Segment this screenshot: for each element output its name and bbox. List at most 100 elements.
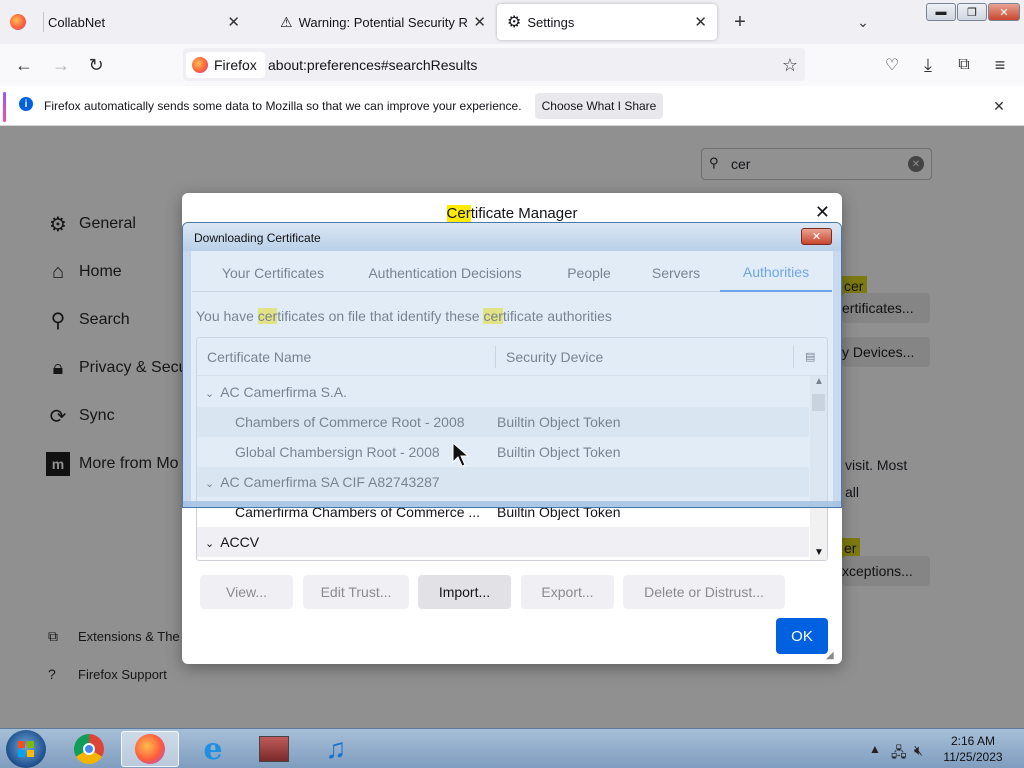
tab-collabnet[interactable]: CollabNet ✕ — [0, 0, 250, 44]
sidebar-item-extensions-themes[interactable]: ⧉ Extensions & The — [48, 628, 180, 645]
resize-grip-icon[interactable]: ◢ — [826, 650, 834, 661]
tab-security-warning[interactable]: ⚠ Warning: Potential Security Risk ✕ — [270, 0, 492, 44]
notification-accent — [3, 92, 6, 122]
export-button[interactable]: Export... — [521, 575, 614, 609]
show-hidden-icons[interactable]: ▲ — [869, 742, 881, 756]
sidebar-item-label: More from Mo — [79, 455, 179, 472]
tree-row-group[interactable]: ⌄ AC Camerfirma SA CIF A82743287 — [197, 467, 809, 497]
sidebar-item-privacy[interactable]: 🔒︎ Privacy & Secu — [46, 356, 188, 380]
tab-label: CollabNet — [48, 14, 106, 30]
new-tab-icon[interactable]: + — [729, 11, 751, 33]
info-icon: i — [19, 97, 33, 111]
tab-close-icon[interactable]: ✕ — [473, 13, 486, 31]
tree-row[interactable]: Camerfirma Chambers of Commerce ... Buil… — [197, 497, 809, 527]
extensions-icon[interactable]: ⧉ — [953, 54, 975, 76]
edit-trust-button[interactable]: Edit Trust... — [303, 575, 409, 609]
scrollbar-thumb[interactable] — [812, 394, 825, 411]
window-close-button[interactable]: ✕ — [801, 228, 832, 245]
certificate-tree[interactable]: Certificate Name Security Device ▤ ⌄ AC C… — [196, 337, 828, 561]
exceptions-button[interactable]: xceptions... — [842, 556, 930, 586]
list-all-tabs-icon[interactable]: ⌄ — [852, 11, 874, 33]
delete-or-distrust-button[interactable]: Delete or Distrust... — [623, 575, 785, 609]
tab-settings[interactable]: ⚙ Settings ✕ — [497, 4, 717, 40]
mouse-pointer-icon — [452, 442, 470, 467]
tree-row-group[interactable]: ⌄ AC Camerfirma S.A. — [197, 377, 809, 407]
sidebar-item-home[interactable]: ⌂ Home — [46, 260, 122, 284]
sidebar-item-more-from-mozilla[interactable]: m More from Mo — [46, 452, 179, 476]
tab-people[interactable]: People — [556, 254, 622, 292]
row-name: AC Camerfirma S.A. — [220, 384, 348, 400]
taskbar-music-icon[interactable]: ♫ — [307, 731, 365, 767]
tree-row-group[interactable]: ⌄ ACCV — [197, 527, 809, 557]
back-icon[interactable]: ← — [13, 54, 35, 76]
tree-row[interactable]: Chambers of Commerce Root - 2008 Builtin… — [197, 407, 809, 437]
tab-close-icon[interactable]: ✕ — [227, 13, 240, 31]
clock-date: 11/25/2023 — [943, 750, 1003, 764]
puzzle-icon: ⧉ — [48, 628, 58, 644]
tab-servers[interactable]: Servers — [640, 254, 712, 292]
tab-close-icon[interactable]: ✕ — [694, 13, 707, 31]
pocket-icon[interactable]: ♡ — [881, 54, 903, 76]
tree-scrollbar[interactable]: ▲ ▼ — [810, 376, 827, 560]
taskbar-firefox-icon[interactable] — [121, 731, 179, 767]
import-button[interactable]: Import... — [418, 575, 511, 609]
sync-icon: ⟳ — [49, 405, 67, 428]
taskbar-clock[interactable]: 2:16 AM 11/25/2023 — [940, 733, 1006, 765]
taskbar-internet-explorer-icon[interactable]: e — [184, 731, 242, 767]
url-text[interactable]: about:preferences#searchResults — [268, 57, 477, 73]
sidebar-item-firefox-support[interactable]: ? Firefox Support — [48, 666, 167, 682]
start-button[interactable] — [6, 730, 46, 768]
tab-authorities[interactable]: Authorities — [720, 254, 832, 292]
windows-logo-icon — [18, 741, 34, 757]
row-device: Builtin Object Token — [497, 504, 621, 520]
security-devices-button[interactable]: y Devices... — [842, 337, 930, 367]
dialog-title: Certificate Manager — [182, 205, 842, 222]
minimize-window-button[interactable]: ▬ — [926, 3, 956, 21]
sidebar-item-general[interactable]: ⚙ General — [46, 212, 136, 236]
search-highlight-badge: er — [840, 538, 861, 558]
row-name: Global Chambersign Root - 2008 — [235, 444, 440, 460]
lock-icon: 🔒︎ — [52, 356, 64, 379]
sidebar-item-search[interactable]: ⚲ Search — [46, 308, 130, 332]
settings-search-input[interactable]: ⚲ cer ✕ — [701, 148, 932, 180]
forward-icon[interactable]: → — [50, 54, 72, 76]
menu-icon[interactable]: ≡ — [989, 54, 1011, 76]
dialog-close-icon[interactable]: ✕ — [815, 202, 830, 223]
desc-highlight: cer — [483, 308, 503, 324]
ok-button[interactable]: OK — [776, 618, 828, 654]
downloads-icon[interactable]: ⤓ — [917, 54, 939, 76]
tab-your-certificates[interactable]: Your Certificates — [200, 254, 346, 292]
column-security-device[interactable]: Security Device — [506, 349, 603, 365]
sidebar-item-label: Home — [79, 263, 122, 280]
volume-muted-icon[interactable]: 🔇︎ — [914, 742, 923, 759]
scroll-down-icon[interactable]: ▼ — [814, 547, 824, 558]
tab-separator — [43, 12, 44, 32]
tab-label: Warning: Potential Security Risk — [298, 14, 467, 30]
row-device: Builtin Object Token — [497, 444, 621, 460]
row-device: Builtin Object Token — [497, 414, 621, 430]
choose-what-i-share-button[interactable]: Choose What I Share — [535, 93, 663, 119]
reload-icon[interactable]: ↻ — [85, 54, 107, 76]
taskbar-chrome-icon[interactable] — [60, 731, 118, 767]
scroll-up-icon[interactable]: ▲ — [814, 376, 824, 387]
warning-icon: ⚠ — [280, 13, 293, 30]
close-window-button[interactable]: ✕ — [988, 3, 1020, 21]
column-picker-icon[interactable]: ▤ — [805, 350, 815, 363]
tab-authentication-decisions[interactable]: Authentication Decisions — [354, 254, 536, 292]
desc-part: tificate authorities — [502, 308, 612, 324]
mozilla-logo-icon: m — [46, 452, 70, 476]
home-icon: ⌂ — [51, 260, 65, 283]
network-icon[interactable]: 🖧︎ — [891, 742, 907, 766]
tree-row[interactable]: Global Chambersign Root - 2008 Builtin O… — [197, 437, 809, 467]
sidebar-item-sync[interactable]: ⟳ Sync — [46, 404, 115, 428]
identity-box[interactable]: Firefox — [186, 52, 265, 78]
bookmark-star-icon[interactable]: ☆ — [779, 54, 801, 76]
view-certificates-button[interactable]: ertificates... — [842, 293, 930, 323]
column-certificate-name[interactable]: Certificate Name — [207, 349, 311, 365]
notification-close-icon[interactable]: ✕ — [988, 95, 1010, 117]
search-icon: ⚲ — [709, 155, 719, 170]
clear-search-icon[interactable]: ✕ — [908, 156, 924, 172]
maximize-window-button[interactable]: ❐ — [957, 3, 987, 21]
view-button[interactable]: View... — [200, 575, 293, 609]
taskbar-archive-icon[interactable] — [245, 731, 303, 767]
